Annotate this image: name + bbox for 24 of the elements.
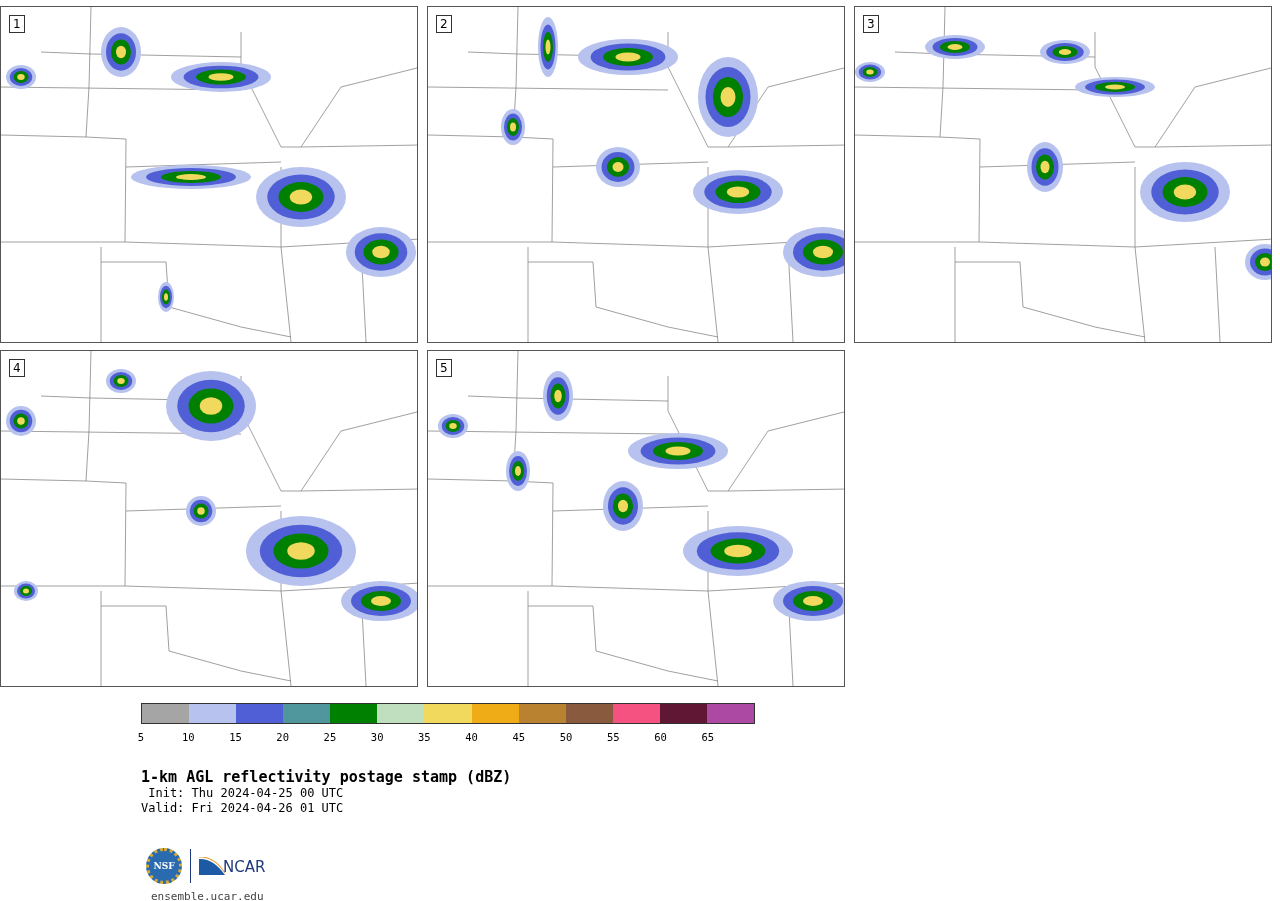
- nsf-logo: NSF: [146, 848, 182, 884]
- colorbar-tick-label: 65: [701, 731, 715, 743]
- ncar-logo: NCAR: [199, 857, 266, 875]
- colorbar-tick-label: 5: [137, 731, 145, 743]
- panel-number-label: 4: [9, 359, 25, 377]
- colorbar-tick-label: 55: [606, 731, 620, 743]
- colorbar-tick-label: 25: [323, 731, 337, 743]
- valid-time-text: Valid: Fri 2024-04-26 01 UTC: [141, 801, 345, 816]
- panel-number-label: 2: [436, 15, 452, 33]
- panel-number-label: 3: [863, 15, 879, 33]
- colorbar-tick-label: 60: [654, 731, 667, 743]
- colorbar-tick-label: 40: [465, 731, 478, 743]
- colorbar-tick-label: 15: [229, 731, 242, 743]
- website-url: ensemble.ucar.edu: [151, 890, 265, 901]
- chart-title: 1-km AGL reflectivity postage stamp (dBZ): [141, 768, 513, 786]
- colorbar-tick-label: 50: [559, 731, 573, 743]
- init-time-text: Init: Thu 2024-04-25 00 UTC: [147, 786, 345, 801]
- colorbar-tick-label: 30: [370, 731, 384, 743]
- colorbar-tick-label: 35: [418, 731, 431, 743]
- panel-number-label: 5: [436, 359, 452, 377]
- panel-number-label: 1: [9, 15, 25, 33]
- colorbar-tick-label: 20: [276, 731, 289, 743]
- colorbar-tick-label: 45: [512, 731, 526, 743]
- colorbar-tick-label: 10: [181, 731, 195, 743]
